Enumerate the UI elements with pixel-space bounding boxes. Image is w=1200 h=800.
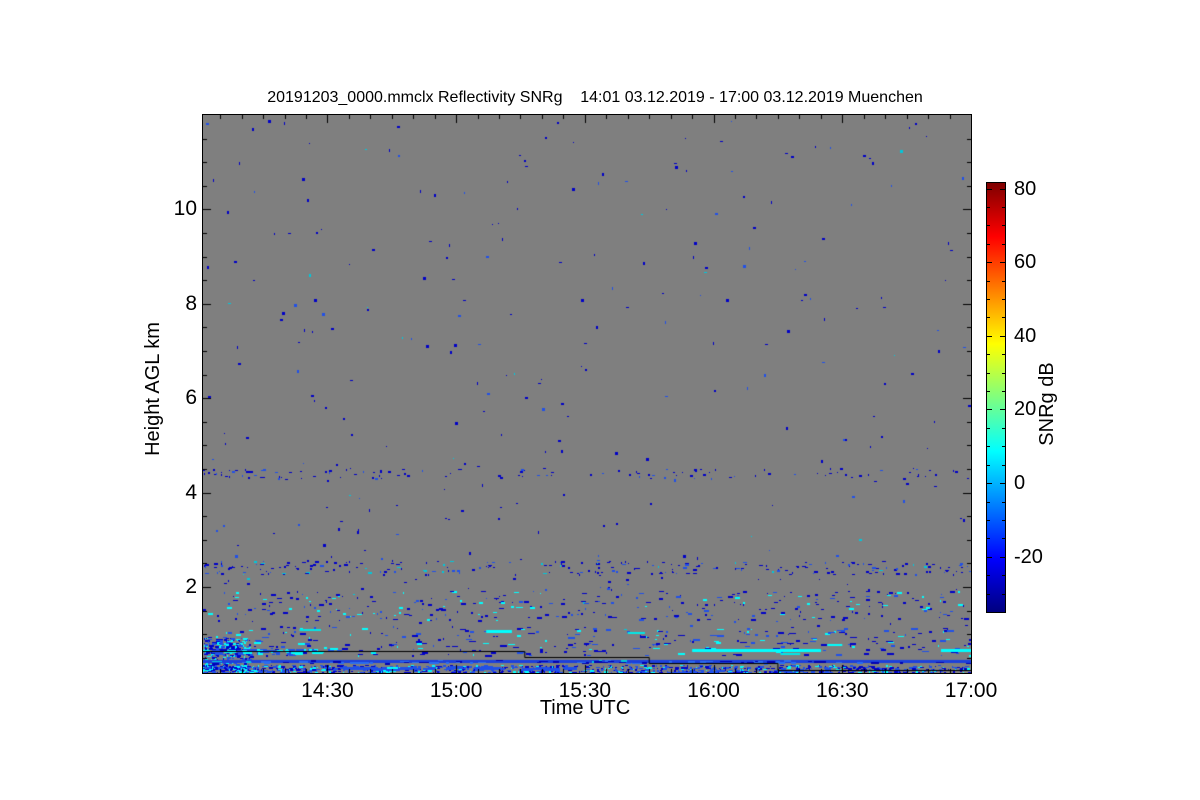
colorbar-tick-mark xyxy=(987,446,990,447)
colorbar-tick-mark xyxy=(1002,520,1005,521)
y-tick-label: 8 xyxy=(185,291,197,315)
colorbar-tick-mark xyxy=(987,262,992,263)
colorbar-tick-mark xyxy=(1000,483,1005,484)
colorbar-tick-mark xyxy=(987,594,990,595)
colorbar-tick-mark xyxy=(1002,354,1005,355)
colorbar-tick-mark xyxy=(1000,557,1005,558)
colorbar-tick-label: 60 xyxy=(1014,251,1037,274)
colorbar-tick-mark xyxy=(1002,244,1005,245)
colorbar-axis-label: SNRg dB xyxy=(1036,362,1058,446)
colorbar-tick-mark xyxy=(987,281,990,282)
colorbar-tick-mark xyxy=(1002,299,1005,300)
x-tick-label: 14:30 xyxy=(301,679,354,702)
colorbar-tick-mark xyxy=(1002,391,1005,392)
colorbar-tick-mark xyxy=(987,354,990,355)
colorbar-tick-mark xyxy=(987,520,990,521)
colorbar-tick-mark xyxy=(987,207,990,208)
colorbar-tick-mark xyxy=(1000,409,1005,410)
colorbar-tick-mark xyxy=(1000,189,1005,190)
colorbar-tick-label: -20 xyxy=(1014,545,1043,568)
colorbar-tick-mark xyxy=(1002,465,1005,466)
colorbar-tick-mark xyxy=(1000,262,1005,263)
colorbar-tick-mark xyxy=(987,299,990,300)
colorbar-tick-mark xyxy=(1002,281,1005,282)
colorbar-tick-mark xyxy=(987,502,990,503)
colorbar-tick-mark xyxy=(1002,317,1005,318)
plot-title: 20191203_0000.mmclx Reflectivity SNRg 14… xyxy=(267,89,923,106)
x-axis-label: Time UTC xyxy=(539,697,631,719)
colorbar-gradient xyxy=(987,183,1005,612)
colorbar-tick-mark xyxy=(1002,594,1005,595)
colorbar-tick-mark xyxy=(987,428,990,429)
y-tick-label: 2 xyxy=(185,575,197,598)
colorbar-tick-mark xyxy=(1002,575,1005,576)
colorbar-tick-mark xyxy=(1002,502,1005,503)
colorbar-tick-mark xyxy=(987,244,990,245)
colorbar-tick-mark xyxy=(987,225,990,226)
plot-area xyxy=(202,114,972,674)
colorbar-tick-mark xyxy=(987,557,992,558)
colorbar-tick-mark xyxy=(987,465,990,466)
colorbar-tick-mark xyxy=(1002,225,1005,226)
colorbar-tick-mark xyxy=(1002,538,1005,539)
colorbar-tick-mark xyxy=(987,336,992,337)
colorbar-tick-mark xyxy=(1002,428,1005,429)
colorbar-tick-mark xyxy=(987,391,990,392)
y-tick-label: 10 xyxy=(173,197,197,221)
colorbar-tick-mark xyxy=(987,317,990,318)
radar-reflectivity-figure: 20191203_0000.mmclx Reflectivity SNRg 14… xyxy=(0,0,1200,800)
y-tick-label: 6 xyxy=(185,386,197,410)
colorbar-tick-mark xyxy=(1000,336,1005,337)
colorbar-tick-mark xyxy=(1002,446,1005,447)
reflectivity-heatmap-canvas xyxy=(203,115,971,673)
y-tick-label: 4 xyxy=(185,480,197,504)
colorbar-tick-mark xyxy=(987,575,990,576)
colorbar-tick-mark xyxy=(987,538,990,539)
colorbar-tick-mark xyxy=(987,483,992,484)
x-tick-label: 17:00 xyxy=(944,679,998,702)
colorbar-tick-label: 80 xyxy=(1014,177,1037,200)
x-tick-label: 16:30 xyxy=(816,679,869,702)
colorbar-tick-mark xyxy=(987,373,990,374)
colorbar-tick-mark xyxy=(1002,207,1005,208)
colorbar xyxy=(986,182,1006,613)
colorbar-tick-mark xyxy=(987,189,992,190)
colorbar-tick-mark xyxy=(1002,373,1005,374)
colorbar-tick-mark xyxy=(987,409,992,410)
